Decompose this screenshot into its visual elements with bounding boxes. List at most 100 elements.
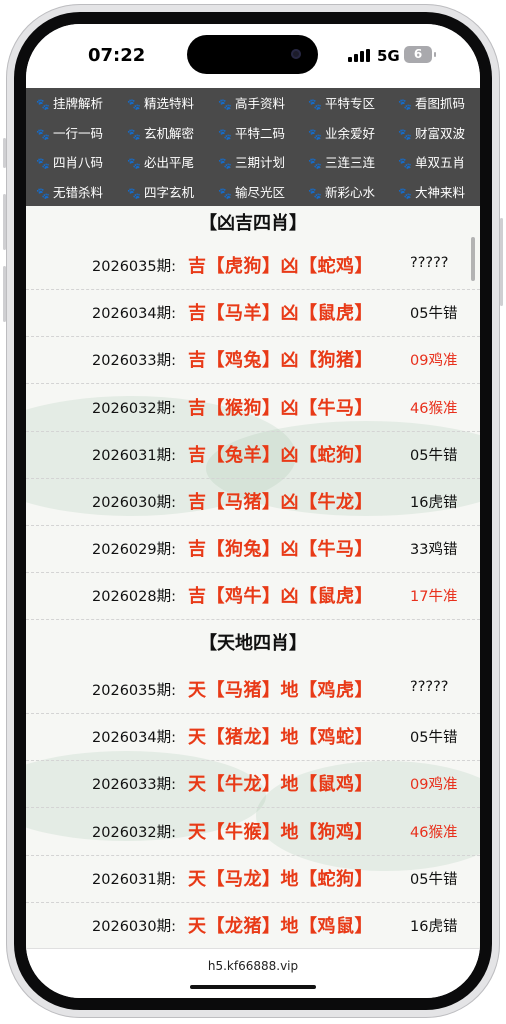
paw-icon: 🐾: [127, 127, 141, 141]
nav-menu: 🐾 挂牌解析 🐾 精选特料 🐾 高手资料 🐾 平特专区 🐾 看图抓码 🐾 一行一码 🐾 玄机解密 🐾 平特二码…: [26, 88, 480, 206]
nav-item-label: 新彩心水: [325, 184, 376, 200]
table-row: 2026031期: 吉【兔羊】凶【蛇狗】 05牛错: [26, 431, 480, 479]
period-label: 2026033期:: [92, 777, 176, 794]
nav-item-label: 看图抓码: [415, 96, 466, 111]
paw-icon: 🐾: [308, 98, 322, 111]
nav-item[interactable]: 🐾 高手资料: [208, 89, 298, 118]
period-label: 2026030期:: [92, 495, 176, 511]
volume-down-button: [3, 266, 6, 322]
result-label: 17牛准: [410, 589, 458, 606]
prediction-text: 吉【猴狗】凶【牛马】: [188, 397, 373, 419]
nav-item-label: 业余爱好: [325, 125, 376, 141]
paw-icon: 🐾: [218, 98, 232, 111]
volume-up-button: [3, 194, 6, 250]
prediction-text: 天【牛猴】地【狗鸡】: [188, 821, 373, 843]
paw-icon: 🐾: [218, 127, 232, 141]
clock: 07:22: [88, 45, 146, 66]
action-button: [3, 138, 6, 168]
result-label: 33鸡错: [410, 542, 458, 559]
nav-item[interactable]: 🐾 三期计划: [208, 148, 298, 177]
nav-item-label: 一行一码: [53, 125, 104, 141]
battery-tip: [434, 52, 436, 57]
nav-item[interactable]: 🐾 大神来料: [388, 178, 478, 207]
content-area: 【凶吉四肖】 2026035期: 吉【虎狗】凶【蛇鸡】????? 2026034期: 吉…: [26, 206, 480, 948]
period-label: 2026035期:: [92, 259, 176, 275]
table-row: 2026035期: 吉【虎狗】凶【蛇鸡】?????: [26, 242, 480, 290]
paw-icon: 🐾: [127, 157, 141, 170]
nav-item-label: 大神来料: [415, 184, 466, 200]
paw-icon: 🐾: [218, 186, 232, 200]
nav-item[interactable]: 🐾 挂牌解析: [26, 89, 116, 118]
browser-url-bar[interactable]: h5.kf66888.vip: [26, 948, 480, 998]
paw-icon: 🐾: [127, 186, 141, 200]
nav-item[interactable]: 🐾 无错杀料: [26, 178, 116, 207]
period-label: 2026032期:: [92, 824, 176, 841]
prediction-text: 天【龙猪】地【鸡鼠】: [188, 916, 373, 937]
nav-item-label: 输尽光区: [235, 184, 286, 200]
nav-item[interactable]: 🐾 精选特料: [117, 89, 207, 118]
table-row: 2026032期: 吉【猴狗】凶【牛马】 46猴准: [26, 384, 480, 432]
period-label: 2026028期:: [92, 589, 176, 606]
table-row: 2026035期: 天【马猪】地【鸡虎】?????: [26, 666, 480, 714]
nav-item[interactable]: 🐾 业余爱好: [298, 119, 388, 148]
period-label: 2026034期:: [92, 306, 176, 323]
home-indicator[interactable]: [190, 985, 316, 989]
result-label: ?????: [410, 679, 449, 695]
table-row: 2026031期: 天【马龙】地【蛇狗】 05牛错: [26, 855, 480, 903]
nav-item-label: 必出平尾: [144, 155, 195, 170]
nav-item-label: 挂牌解析: [53, 96, 104, 111]
nav-item[interactable]: 🐾 三连三连: [298, 148, 388, 177]
nav-item-label: 四字玄机: [144, 184, 195, 200]
url-text: h5.kf66888.vip: [207, 959, 299, 973]
nav-item[interactable]: 🐾 四肖八码: [26, 148, 116, 177]
table-row: 2026030期: 天【龙猪】地【鸡鼠】 16虎错: [26, 902, 480, 948]
battery-icon: 6: [404, 46, 432, 63]
nav-item[interactable]: 🐾 看图抓码: [388, 89, 478, 118]
result-label: 09鸡准: [410, 777, 458, 794]
nav-item[interactable]: 🐾 平特专区: [298, 89, 388, 118]
paw-icon: 🐾: [398, 98, 412, 111]
result-label: 16虎错: [410, 919, 458, 935]
paw-icon: 🐾: [308, 186, 322, 200]
section-title: 【天地四肖】: [199, 633, 307, 654]
paw-icon: 🐾: [398, 186, 412, 200]
table-row: 2026033期: 吉【鸡兔】凶【狗猪】 09鸡准: [26, 336, 480, 385]
nav-item-label: 高手资料: [235, 96, 286, 111]
nav-item-label: 单双五肖: [415, 155, 466, 170]
paw-icon: 🐾: [36, 186, 50, 200]
nav-item[interactable]: 🐾 单双五肖: [388, 148, 478, 177]
paw-icon: 🐾: [308, 157, 322, 170]
signal-icon: [348, 49, 370, 62]
nav-item[interactable]: 🐾 新彩心水: [298, 178, 388, 207]
scrollbar[interactable]: [471, 237, 475, 281]
nav-item[interactable]: 🐾 必出平尾: [117, 148, 207, 177]
prediction-text: 天【猪龙】地【鸡蛇】: [188, 727, 373, 749]
paw-icon: 🐾: [398, 157, 412, 170]
status-bar: 07:22 5G 6: [26, 24, 480, 88]
nav-item-label: 平特专区: [325, 96, 376, 111]
prediction-text: 吉【虎狗】凶【蛇鸡】: [188, 256, 373, 277]
paw-icon: 🐾: [36, 127, 50, 141]
prediction-text: 吉【鸡牛】凶【鼠虎】: [188, 586, 373, 608]
nav-item-label: 三期计划: [235, 155, 286, 170]
prediction-text: 天【牛龙】地【鼠鸡】: [188, 774, 373, 796]
period-label: 2026031期:: [92, 447, 176, 464]
period-label: 2026034期:: [92, 730, 176, 747]
nav-item[interactable]: 🐾 四字玄机: [117, 178, 207, 207]
paw-icon: 🐾: [218, 157, 232, 170]
nav-item[interactable]: 🐾 玄机解密: [117, 119, 207, 148]
nav-item-label: 平特二码: [235, 125, 286, 141]
paw-icon: 🐾: [36, 157, 50, 170]
period-label: 2026029期:: [92, 542, 176, 559]
nav-item[interactable]: 🐾 财富双波: [388, 119, 478, 148]
section-title: 【凶吉四肖】: [199, 213, 307, 234]
prediction-text: 天【马猪】地【鸡虎】: [188, 680, 373, 701]
nav-item[interactable]: 🐾 一行一码: [26, 119, 116, 148]
prediction-text: 吉【鸡兔】凶【狗猪】: [188, 350, 373, 372]
nav-item[interactable]: 🐾 平特二码: [208, 119, 298, 148]
result-label: 46猴准: [410, 400, 458, 417]
nav-item[interactable]: 🐾 输尽光区: [208, 178, 298, 207]
paw-icon: 🐾: [127, 98, 141, 111]
power-button: [500, 218, 503, 306]
nav-item-label: 三连三连: [325, 155, 376, 170]
